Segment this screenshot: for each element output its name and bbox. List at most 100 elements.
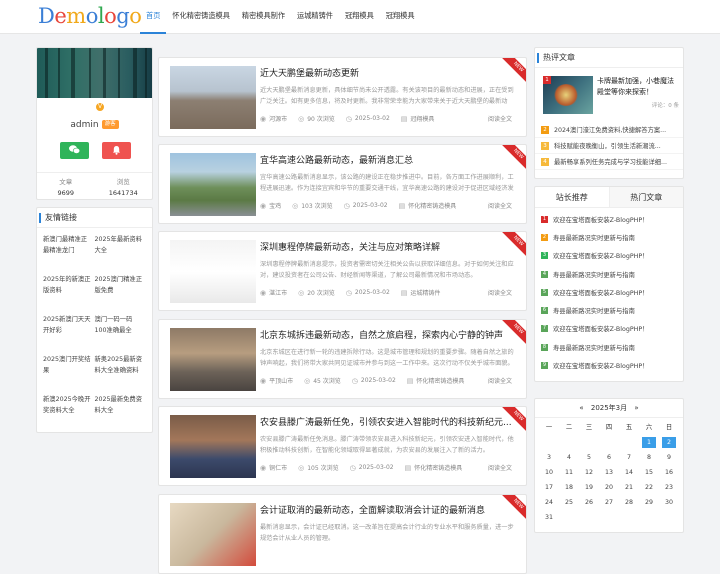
calendar-day[interactable]: 2 — [662, 437, 676, 448]
calendar-day: 31 — [544, 514, 553, 521]
profile-stats: 文章 9699 浏览 1641734 — [37, 172, 152, 197]
post-title[interactable]: 近大天鹏堡最新动态更新 — [260, 66, 359, 79]
post-location-text: 铜仁市 — [269, 465, 288, 472]
notification-button[interactable] — [102, 142, 131, 159]
nav-item-guanxiang-mold-2[interactable]: 冠翔模具 — [380, 0, 421, 34]
rank-number: 1 — [541, 215, 548, 223]
post-category[interactable]: ▤ 怀化精密铸造模具 — [407, 376, 465, 386]
post-views: ◎ 45 次浏览 — [304, 376, 341, 386]
hot-featured-text: 卡牌最新加强，小巷魔法殿堂等你来探索！ 评论：0 条 — [597, 76, 679, 109]
recommend-list-item[interactable]: 1 欢迎在宝塔面板安装Z-BlogPHP！ — [535, 210, 683, 228]
post-date: ◷ 2025-03-02 — [350, 464, 394, 472]
recommend-tabs: 站长推荐 热门文章 — [535, 187, 683, 208]
calendar-weekday: 六 — [645, 424, 653, 431]
recommend-list-item[interactable]: 8 寿县最新路况实时更新与指南 — [535, 338, 683, 356]
recommend-list-item[interactable]: 6 寿县最新路况实时更新与指南 — [535, 301, 683, 319]
calendar-day: 28 — [624, 499, 633, 506]
calendar-day: 6 — [606, 454, 611, 461]
eye-icon: ◎ — [304, 376, 311, 385]
guest-badge: 游客 — [101, 120, 119, 129]
read-more-link[interactable]: 阅读全文 — [488, 288, 512, 297]
folder-icon: ▤ — [404, 463, 412, 472]
hot-list-item[interactable]: 2 2024澳门濠江免费资料,快捷解答方案... — [535, 122, 683, 138]
friend-link-item[interactable]: 澳门一码一码100准确最全 — [95, 314, 147, 354]
new-ribbon: NEW — [499, 495, 526, 524]
calendar-day[interactable]: 1 — [642, 437, 656, 448]
location-icon: ◉ — [260, 376, 267, 385]
site-logo[interactable]: Demologo — [38, 4, 142, 28]
recommend-item-title: 欢迎在宝塔面板安装Z-BlogPHP！ — [553, 216, 649, 224]
friend-link-item[interactable]: 新澳门最精准正最精准龙门 — [43, 234, 95, 274]
nav-item-yuncheng-casting[interactable]: 运城精铸件 — [291, 0, 339, 34]
post-title[interactable]: 宜华高速公路最新动态，最新消息汇总 — [260, 153, 413, 166]
calendar-day: 21 — [624, 484, 633, 491]
post-card: NEW 近大天鹏堡最新动态更新 近大天鹏堡最新消息更新，具体细节尚未公开透露。有… — [158, 57, 527, 137]
friend-link-item[interactable]: 2025年的新澳正版资料 — [43, 274, 95, 314]
hot-list-item[interactable]: 3 科技赋能夜晚衡山，引领生活新潮流... — [535, 138, 683, 154]
recommend-list-item[interactable]: 4 寿县最新路况实时更新与指南 — [535, 265, 683, 283]
hot-comments-title: 热评文章 — [535, 48, 683, 68]
read-more-link[interactable]: 阅读全文 — [488, 201, 512, 210]
post-thumbnail[interactable] — [170, 66, 256, 129]
recommend-list-item[interactable]: 9 欢迎在宝塔面板安装Z-BlogPHP！ — [535, 356, 683, 374]
post-card: NEW 深圳惠程停牌最新动态，关注与应对策略详解 深圳惠程停牌最新消息提示，投资… — [158, 231, 527, 311]
tab-popular-articles[interactable]: 热门文章 — [609, 187, 683, 207]
post-title[interactable]: 会计证取消的最新动态，全面解读取消会计证的最新消息 — [260, 503, 485, 516]
folder-icon: ▤ — [400, 288, 408, 297]
friend-link-item[interactable]: 2025最新免费资料大全 — [95, 394, 147, 432]
read-more-link[interactable]: 阅读全文 — [488, 463, 512, 472]
friend-link-item[interactable]: 2025澳门精准正版免费 — [95, 274, 147, 314]
calendar-empty-cell — [579, 435, 599, 450]
post-views: ◎ 105 次浏览 — [298, 463, 338, 473]
calendar-empty-cell — [539, 435, 559, 450]
calendar-day: 25 — [564, 499, 573, 506]
calendar-next-button[interactable]: » — [634, 404, 638, 412]
post-category[interactable]: ▤ 怀化精密铸造模具 — [399, 201, 457, 211]
post-thumbnail[interactable] — [170, 153, 256, 216]
recommend-list-item[interactable]: 7 欢迎在宝塔面板安装Z-BlogPHP！ — [535, 320, 683, 338]
post-category[interactable]: ▤ 运城精铸件 — [400, 288, 441, 298]
friend-link-item[interactable]: 2025年最新资料大全 — [95, 234, 147, 274]
post-thumbnail[interactable] — [170, 415, 256, 478]
calendar-day: 10 — [544, 469, 553, 476]
post-thumbnail[interactable] — [170, 240, 256, 303]
rank-number: 9 — [541, 362, 548, 370]
clock-icon: ◷ — [343, 201, 350, 210]
recommend-list-item[interactable]: 2 寿县最新路况实时更新与指南 — [535, 228, 683, 246]
nav-item-home[interactable]: 首页 — [140, 0, 167, 34]
post-title[interactable]: 深圳惠程停牌最新动态，关注与应对策略详解 — [260, 240, 440, 253]
post-category[interactable]: ▤ 怀化精密铸造模具 — [404, 463, 463, 473]
tab-webmaster-recommend[interactable]: 站长推荐 — [535, 187, 610, 207]
post-views: ◎ 90 次浏览 — [298, 114, 335, 124]
calendar-prev-button[interactable]: « — [579, 404, 583, 412]
read-more-link[interactable]: 阅读全文 — [488, 114, 512, 123]
post-thumbnail[interactable] — [170, 503, 256, 566]
friend-link-item[interactable]: 2025新澳门天天开好彩 — [43, 314, 95, 354]
nav-item-precision-mold[interactable]: 精密模具制作 — [236, 0, 291, 34]
hot-list-item[interactable]: 4 最新畅享系列任务完成与学习技能详细... — [535, 154, 683, 170]
bell-icon — [113, 145, 120, 155]
recommend-item-title: 欢迎在宝塔面板安装Z-BlogPHP！ — [553, 289, 649, 297]
post-category[interactable]: ▤ 冠翔模具 — [401, 114, 435, 124]
rank-number: 4 — [541, 157, 549, 166]
rank-number: 2 — [541, 233, 548, 241]
nav-item-huaihua-mold[interactable]: 怀化精密铸造模具 — [166, 0, 236, 34]
post-title[interactable]: 农安县滕广涛最新任免，引领农安进入智能时代的科技新纪元... — [260, 415, 512, 428]
post-date: ◷ 2025-03-02 — [346, 115, 390, 123]
hot-featured-thumbnail[interactable]: 1 — [543, 76, 593, 114]
wechat-button[interactable] — [60, 142, 89, 159]
hot-featured-title[interactable]: 卡牌最新加强，小巷魔法殿堂等你来探索！ — [597, 77, 674, 96]
friend-link-item[interactable]: 新奥2025最新资料大全准确资料 — [95, 354, 147, 394]
hot-list-item-title: 科技赋能夜晚衡山，引领生活新潮流... — [554, 143, 661, 150]
recommend-list-item[interactable]: 3 欢迎在宝塔面板安装Z-BlogPHP！ — [535, 247, 683, 265]
post-thumbnail[interactable] — [170, 328, 256, 391]
friend-link-item[interactable]: 新澳2025今晚开奖资料大全 — [43, 394, 95, 432]
calendar-weekday: 一 — [545, 424, 553, 431]
recommend-list-item[interactable]: 5 欢迎在宝塔面板安装Z-BlogPHP！ — [535, 283, 683, 301]
friend-link-item[interactable]: 2025澳门开奖结果 — [43, 354, 95, 394]
nav-item-guanxiang-mold[interactable]: 冠翔模具 — [339, 0, 380, 34]
read-more-link[interactable]: 阅读全文 — [488, 376, 512, 385]
post-date: ◷ 2025-03-02 — [352, 377, 396, 385]
calendar-weekday: 日 — [665, 424, 673, 431]
post-title[interactable]: 北京东城拆违最新动态，自然之旅启程，探索内心宁静的钟声 — [260, 328, 503, 341]
